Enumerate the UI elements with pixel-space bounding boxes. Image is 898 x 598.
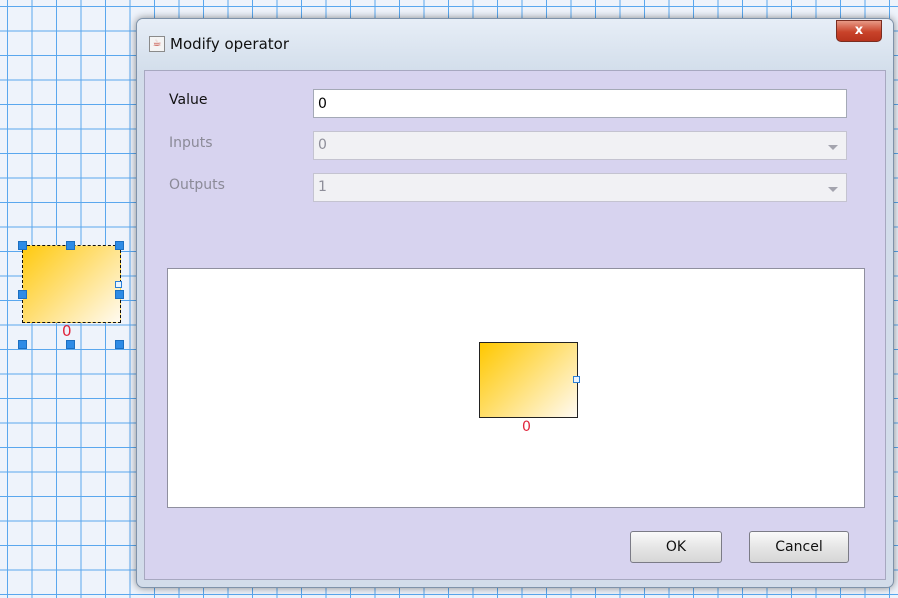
outputs-selected-value: 1	[318, 179, 327, 195]
cancel-button[interactable]: Cancel	[749, 531, 849, 563]
selection-handle-middle-right[interactable]	[115, 290, 124, 299]
ok-button[interactable]: OK	[630, 531, 722, 563]
outputs-label: Outputs	[169, 177, 225, 193]
selection-handle-top-center[interactable]	[66, 241, 75, 250]
chevron-down-icon	[828, 145, 838, 150]
inputs-select[interactable]: 0	[313, 131, 847, 160]
close-icon: x	[854, 23, 864, 38]
selection-handle-middle-left[interactable]	[18, 290, 27, 299]
modify-operator-dialog: ☕ Modify operator x Value Inputs 0 Outpu…	[136, 18, 894, 588]
selection-handle-bottom-center[interactable]	[66, 340, 75, 349]
value-label: Value	[169, 92, 208, 108]
operator-preview-panel: 0	[167, 268, 865, 508]
selection-handle-top-left[interactable]	[18, 241, 27, 250]
inputs-label: Inputs	[169, 135, 213, 151]
value-input[interactable]	[313, 89, 847, 118]
preview-output-port	[573, 376, 580, 383]
dialog-titlebar[interactable]: ☕ Modify operator x	[137, 19, 893, 71]
dialog-title: Modify operator	[170, 35, 289, 53]
preview-block-label: 0	[522, 419, 531, 435]
dialog-content: Value Inputs 0 Outputs 1 0 OK Cancel	[144, 70, 886, 580]
inputs-selected-value: 0	[318, 137, 327, 153]
selection-handle-top-right[interactable]	[115, 241, 124, 250]
selection-handle-bottom-right[interactable]	[115, 340, 124, 349]
outputs-select[interactable]: 1	[313, 173, 847, 202]
preview-operator-block	[479, 342, 578, 418]
canvas-operator-block[interactable]	[22, 245, 121, 323]
selection-handle-bottom-left[interactable]	[18, 340, 27, 349]
canvas-block-label: 0	[62, 322, 72, 340]
chevron-down-icon	[828, 187, 838, 192]
java-cup-icon: ☕	[149, 36, 165, 52]
close-button[interactable]: x	[836, 20, 882, 42]
canvas-block-output-port[interactable]	[115, 281, 122, 288]
